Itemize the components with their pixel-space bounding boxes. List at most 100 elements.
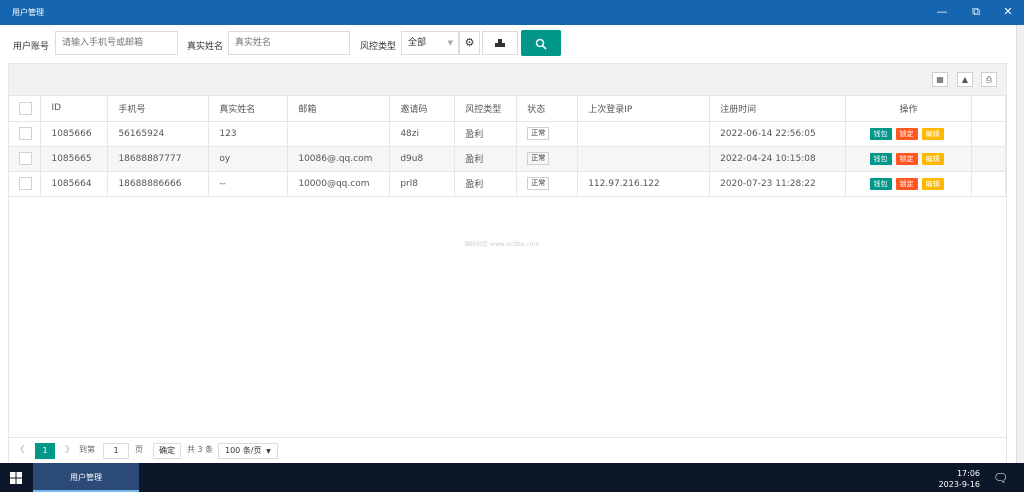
cell-last-ip	[577, 146, 711, 172]
lock-button[interactable]: 锁定	[895, 127, 918, 140]
lock-button[interactable]: 锁定	[895, 152, 918, 165]
edit-button[interactable]: 编辑	[921, 152, 944, 165]
prev-page-icon[interactable]: ❮	[19, 444, 26, 453]
cell-realname: --	[208, 171, 289, 197]
account-input[interactable]	[55, 31, 178, 55]
print-icon[interactable]: ⎙	[981, 72, 997, 87]
user-table: ID 手机号 真实姓名 邮箱 邀请码 风控类型 状态 上次登录IP 注册时间 操…	[9, 96, 1007, 197]
risk-type-select[interactable]: 全部 ▼	[401, 31, 459, 55]
table-row: 1085665 18688887777 oy 10086@.qq.com d9u…	[9, 146, 1007, 172]
cell-realname: oy	[208, 146, 289, 172]
settings-button[interactable]: ⚙	[459, 31, 480, 55]
cell-risk-type: 盈利	[454, 121, 518, 147]
header-actions: 操作	[845, 96, 972, 122]
row-checkbox[interactable]	[9, 121, 42, 147]
edit-button[interactable]: 编辑	[921, 177, 944, 190]
header-realname[interactable]: 真实姓名	[208, 96, 289, 122]
realname-label: 真实姓名	[187, 42, 224, 52]
export-icon	[495, 38, 505, 47]
status-badge[interactable]: 正常	[527, 127, 550, 140]
header-status[interactable]: 状态	[516, 96, 579, 122]
risk-type-label: 风控类型	[360, 42, 397, 52]
edit-button[interactable]: 编辑	[921, 127, 944, 140]
row-checkbox[interactable]	[9, 146, 42, 172]
goto-label: 到第	[79, 445, 95, 454]
cell-actions: 钱包 锁定 编辑	[845, 146, 972, 172]
restore-icon[interactable]: ⧉	[966, 4, 986, 20]
status-badge[interactable]: 正常	[527, 177, 550, 190]
table-row: 1085666 56165924 123 48zi 盈利 正常 2022-06-…	[9, 121, 1007, 147]
page-size-value: 100 条/页	[225, 446, 262, 455]
wallet-button[interactable]: 钱包	[869, 127, 892, 140]
cell-gutter	[971, 146, 1007, 172]
data-panel: ▦ ▲ ⎙ ID 手机号 真实姓名 邮箱 邀请码 风控类型 状态 上次登录IP …	[8, 63, 1007, 463]
title-bar: 用户管理 — ⧉ ✕	[0, 0, 1024, 25]
cell-email: 10086@.qq.com	[287, 146, 391, 172]
checkbox-icon[interactable]	[19, 101, 32, 115]
minimize-icon[interactable]: —	[932, 4, 952, 20]
header-last-ip[interactable]: 上次登录IP	[577, 96, 711, 122]
cell-email: 10000@qq.com	[287, 171, 391, 197]
goto-page-input[interactable]: 1	[103, 443, 129, 459]
filter-bar: 用户账号 真实姓名 风控类型 全部 ▼ ⚙	[0, 25, 1016, 63]
export-button[interactable]	[482, 31, 518, 55]
table-toolbar: ▦ ▲ ⎙	[9, 64, 1006, 96]
cell-risk-type: 盈利	[454, 146, 518, 172]
cell-gutter	[971, 171, 1007, 197]
header-select-all[interactable]	[9, 96, 42, 122]
header-id[interactable]: ID	[40, 96, 109, 122]
header-email[interactable]: 邮箱	[287, 96, 391, 122]
cell-id: 1085666	[40, 121, 109, 147]
cell-phone: 18688887777	[107, 146, 210, 172]
cell-status: 正常	[516, 146, 579, 172]
export-table-icon[interactable]: ▲	[957, 72, 973, 87]
cell-actions: 钱包 锁定 编辑	[845, 121, 972, 147]
notification-icon[interactable]: 🗨	[993, 471, 1008, 485]
cell-invite-code: d9u8	[389, 146, 456, 172]
page-size-select[interactable]: 100 条/页 ▼	[218, 443, 278, 459]
taskbar-app-user-management[interactable]: 用户管理	[33, 463, 139, 492]
checkbox-icon[interactable]	[19, 127, 32, 140]
window-scrollbar[interactable]	[1016, 25, 1024, 463]
next-page-icon[interactable]: ❯	[64, 444, 71, 453]
header-scroll-gutter	[971, 96, 1007, 122]
status-badge[interactable]: 正常	[527, 152, 550, 165]
cell-email	[287, 121, 391, 147]
taskbar: 用户管理 17:06 2023-9-16 🗨	[0, 463, 1024, 492]
system-clock[interactable]: 17:06 2023-9-16	[930, 468, 980, 490]
cell-risk-type: 盈利	[454, 171, 518, 197]
row-checkbox[interactable]	[9, 171, 42, 197]
cell-phone: 56165924	[107, 121, 210, 147]
account-label: 用户账号	[13, 42, 50, 52]
cell-gutter	[971, 121, 1007, 147]
close-icon[interactable]: ✕	[998, 4, 1018, 20]
wallet-button[interactable]: 钱包	[869, 177, 892, 190]
risk-type-value: 全部	[408, 38, 427, 48]
checkbox-icon[interactable]	[19, 177, 32, 190]
goto-confirm-button[interactable]: 确定	[153, 443, 181, 459]
current-page-button[interactable]: 1	[35, 443, 55, 459]
pagination: ❮ 1 ❯ 到第 1 页 确定 共 3 条 100 条/页 ▼	[9, 437, 1006, 463]
windows-start-icon[interactable]	[10, 472, 22, 484]
lock-button[interactable]: 锁定	[895, 177, 918, 190]
search-button[interactable]	[521, 30, 561, 56]
columns-filter-icon[interactable]: ▦	[932, 72, 948, 87]
total-count: 共 3 条	[187, 445, 214, 454]
cell-invite-code: 48zi	[389, 121, 456, 147]
clock-time: 17:06	[956, 469, 980, 478]
window-title: 用户管理	[12, 8, 44, 17]
wallet-button[interactable]: 钱包	[869, 152, 892, 165]
cell-actions: 钱包 锁定 编辑	[845, 171, 972, 197]
watermark: 源码社区 www.ecitba.com	[464, 241, 540, 248]
gear-icon: ⚙	[464, 36, 475, 49]
cell-phone: 18688886666	[107, 171, 210, 197]
cell-id: 1085664	[40, 171, 109, 197]
cell-realname: 123	[208, 121, 289, 147]
table-row: 1085664 18688886666 -- 10000@qq.com prl8…	[9, 171, 1007, 197]
header-phone[interactable]: 手机号	[107, 96, 210, 122]
checkbox-icon[interactable]	[19, 152, 32, 165]
header-register-time[interactable]: 注册时间	[709, 96, 847, 122]
header-risk-type[interactable]: 风控类型	[454, 96, 518, 122]
realname-input[interactable]	[228, 31, 350, 55]
header-invite-code[interactable]: 邀请码	[389, 96, 456, 122]
